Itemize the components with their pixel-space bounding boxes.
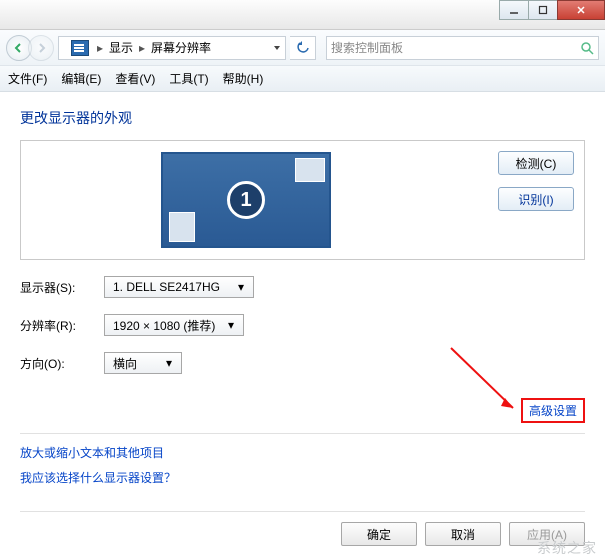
refresh-button[interactable] [290,36,316,60]
text-size-link[interactable]: 放大或缩小文本和其他项目 [20,444,585,461]
advanced-settings-link[interactable]: 高级设置 [521,398,585,423]
identify-button[interactable]: 识别(I) [498,187,574,211]
chevron-right-icon: ▸ [137,41,147,55]
forward-button[interactable] [28,35,54,61]
display-select[interactable]: 1. DELL SE2417HG ▾ [104,276,254,298]
chevron-down-icon: ▾ [233,280,249,294]
display-preview-box: 1 检测(C) 识别(I) [20,140,585,260]
detect-button[interactable]: 检测(C) [498,151,574,175]
display-value: 1. DELL SE2417HG [113,280,220,294]
minimize-button[interactable] [499,0,529,20]
content-area: 更改显示器的外观 1 检测(C) 识别(I) 显示器(S): 1. DELL S… [0,92,605,486]
orientation-select[interactable]: 横向 ▾ [104,352,182,374]
navigation-bar: ▸ 显示 ▸ 屏幕分辨率 搜索控制面板 [0,30,605,66]
display-icon [71,40,89,56]
help-link[interactable]: 我应该选择什么显示器设置？ [20,469,585,486]
monitor-number-badge: 1 [227,181,265,219]
watermark: 系统之家 [537,538,597,558]
menu-bar: 文件(F) 编辑(E) 查看(V) 工具(T) 帮助(H) [0,66,605,92]
cancel-button[interactable]: 取消 [425,522,501,546]
display-label: 显示器(S): [20,279,104,296]
search-input[interactable]: 搜索控制面板 [326,36,599,60]
menu-file[interactable]: 文件(F) [8,70,47,87]
orientation-value: 横向 [113,355,137,372]
preview-window-icon [295,158,325,182]
menu-tools[interactable]: 工具(T) [169,70,208,87]
breadcrumb-display[interactable]: 显示 [105,39,137,56]
separator [20,511,585,512]
maximize-button[interactable] [528,0,558,20]
chevron-down-icon: ▾ [223,318,239,332]
menu-view[interactable]: 查看(V) [115,70,155,87]
ok-button[interactable]: 确定 [341,522,417,546]
resolution-label: 分辨率(R): [20,317,104,334]
menu-edit[interactable]: 编辑(E) [61,70,101,87]
breadcrumb-resolution[interactable]: 屏幕分辨率 [147,39,215,56]
separator [20,433,585,434]
orientation-label: 方向(O): [20,355,104,372]
preview-window-icon [169,212,195,242]
breadcrumb-dropdown[interactable] [273,44,281,52]
chevron-right-icon: ▸ [95,41,105,55]
search-icon [580,41,594,55]
chevron-down-icon: ▾ [161,356,177,370]
monitor-thumbnail[interactable]: 1 [161,152,331,248]
resolution-value: 1920 × 1080 (推荐) [113,317,215,334]
page-title: 更改显示器的外观 [20,108,585,128]
close-button[interactable] [557,0,605,20]
search-placeholder: 搜索控制面板 [331,39,403,56]
menu-help[interactable]: 帮助(H) [223,70,264,87]
breadcrumb[interactable]: ▸ 显示 ▸ 屏幕分辨率 [58,36,286,60]
window-titlebar [0,0,605,30]
resolution-select[interactable]: 1920 × 1080 (推荐) ▾ [104,314,244,336]
